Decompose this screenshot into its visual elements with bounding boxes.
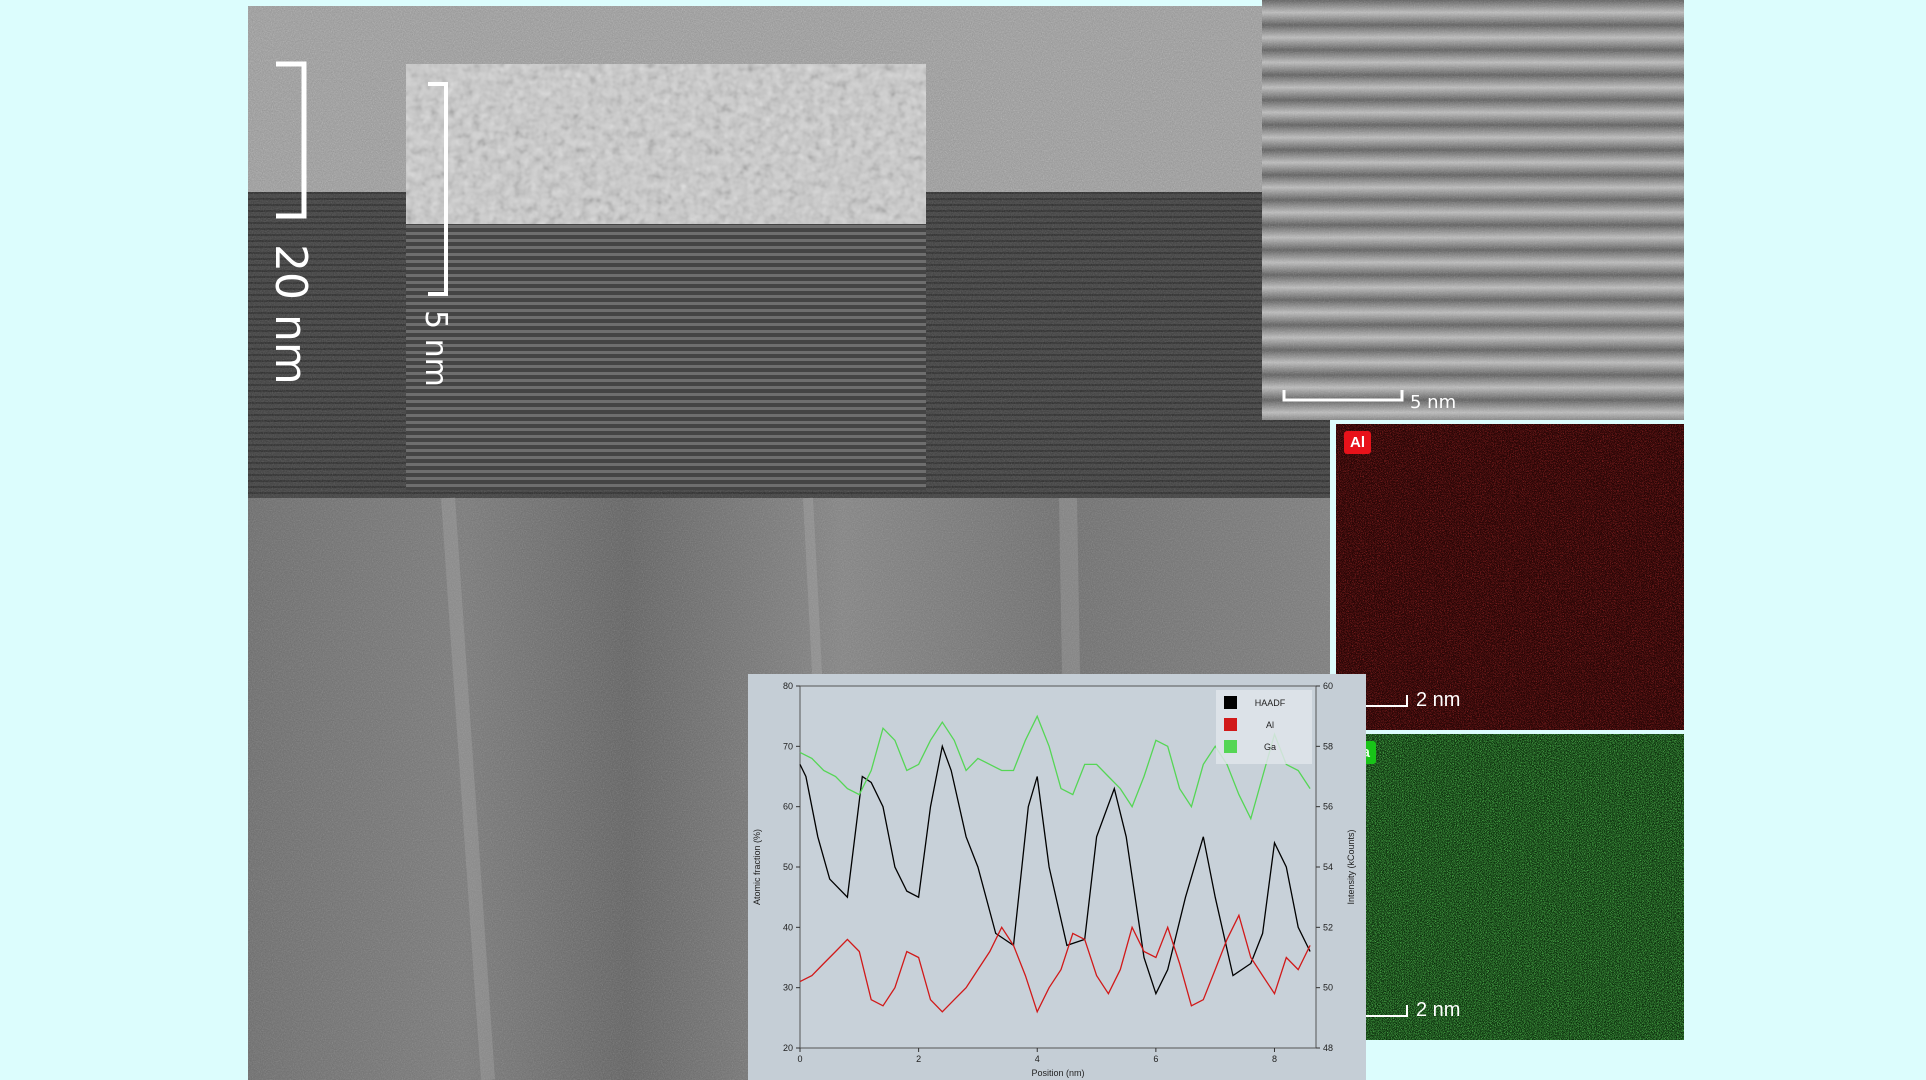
haadf-scale-label: 5 nm	[1410, 392, 1456, 413]
map-ga-scale-label: 2 nm	[1416, 999, 1461, 1021]
chart-legend: HAADF Al Ga	[1216, 690, 1312, 764]
x-axis-label: Position (nm)	[1031, 1068, 1084, 1078]
y-right-tick-label: 52	[1323, 922, 1333, 932]
x-tick-label: 8	[1272, 1054, 1277, 1064]
legend-swatch-al	[1224, 718, 1237, 731]
y-right-tick-label: 48	[1323, 1043, 1333, 1053]
legend-swatch-ga	[1224, 740, 1237, 753]
y-left-tick-label: 50	[783, 862, 793, 872]
y-axis-left-label: Atomic fraction (%)	[752, 829, 762, 905]
overview-scale-label: 20 nm	[265, 244, 316, 385]
y-left-tick-label: 30	[783, 983, 793, 993]
legend-label-haadf: HAADF	[1255, 698, 1286, 708]
y-right-tick-label: 50	[1323, 983, 1333, 993]
x-tick-label: 4	[1035, 1054, 1040, 1064]
map-al-scale-label: 2 nm	[1416, 689, 1461, 711]
legend-label-al: Al	[1266, 720, 1274, 730]
eds-map-ga: Ga 2 nm	[1336, 734, 1684, 1040]
map-element-label-al: Al	[1344, 431, 1371, 454]
y-left-tick-label: 20	[783, 1043, 793, 1053]
x-tick-label: 2	[916, 1054, 921, 1064]
legend-label-ga: Ga	[1264, 742, 1276, 752]
y-left-tick-label: 80	[783, 681, 793, 691]
haadf-image: 5 nm	[1262, 0, 1684, 420]
y-right-tick-label: 54	[1323, 862, 1333, 872]
eds-map-al: Al 2 nm	[1336, 424, 1684, 730]
composition-profile-chart: 0 2 4 6 8 20 30 40 50 60 70 80 48 50 52 54 56 58 60 HAADF A…	[748, 674, 1366, 1080]
y-right-tick-label: 56	[1323, 802, 1333, 812]
x-tick-label: 6	[1153, 1054, 1158, 1064]
x-tick-label: 0	[797, 1054, 802, 1064]
hrtem-inset-image: 5 nm	[406, 64, 926, 490]
y-left-tick-label: 70	[783, 741, 793, 751]
y-right-tick-label: 60	[1323, 681, 1333, 691]
y-left-tick-label: 60	[783, 802, 793, 812]
y-axis-right-label: Intensity (kCounts)	[1346, 829, 1356, 904]
legend-swatch-haadf	[1224, 696, 1237, 709]
inset-scale-label: 5 nm	[418, 310, 453, 387]
y-left-tick-label: 40	[783, 922, 793, 932]
y-right-tick-label: 58	[1323, 741, 1333, 751]
